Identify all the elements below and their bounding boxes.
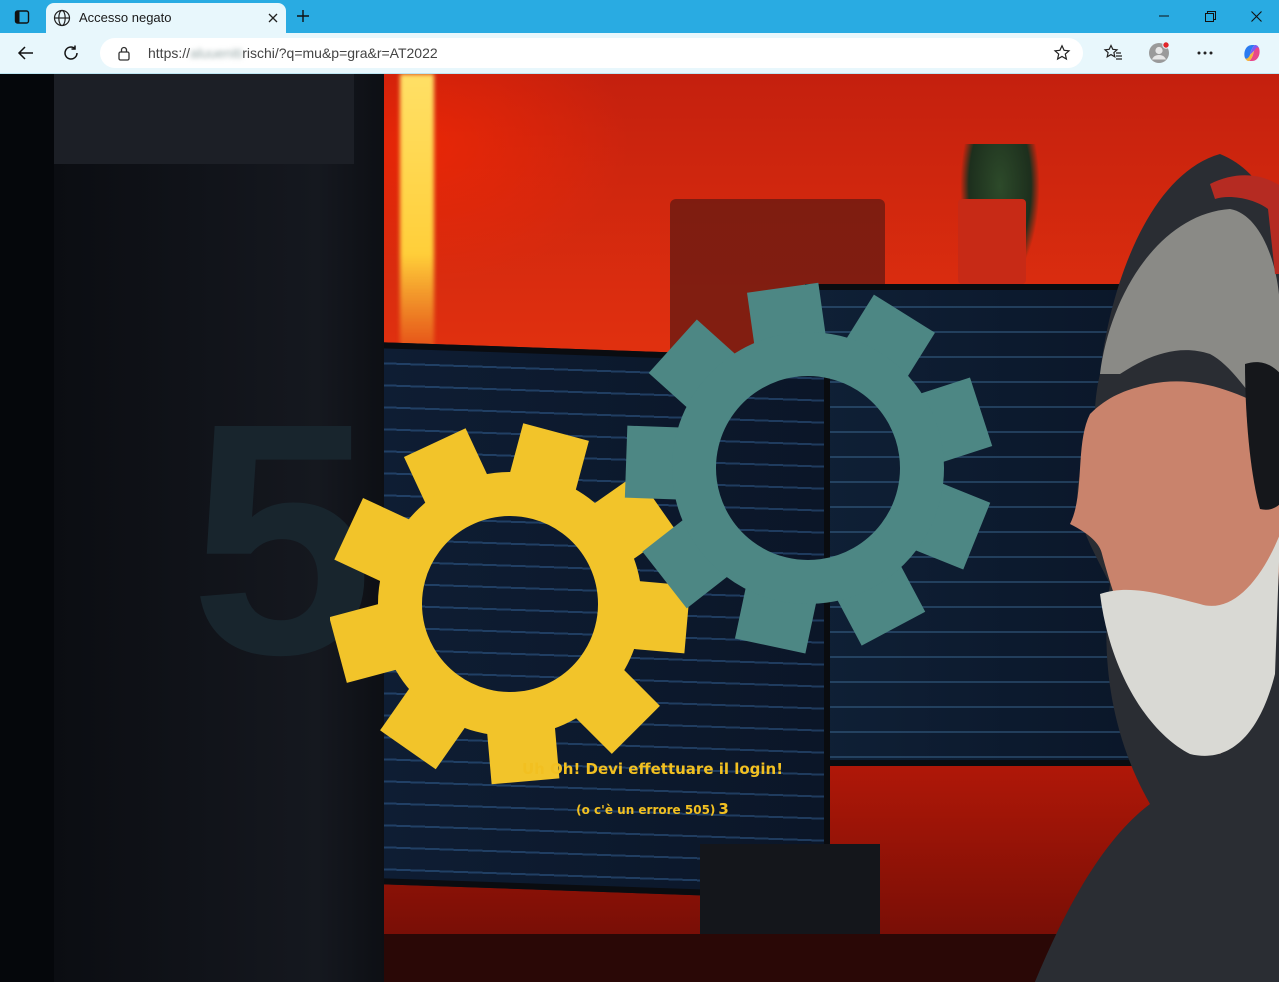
favorites-button[interactable] (1097, 37, 1129, 69)
navigation-toolbar: https://aluuenitirischi/?q=mu&p=gra&r=AT… (0, 33, 1279, 74)
background-monitor-left-top (54, 74, 354, 164)
copilot-icon[interactable] (1236, 37, 1268, 69)
background-person (1034, 154, 1279, 982)
minimize-button[interactable] (1141, 0, 1187, 32)
tab-actions-icon[interactable] (10, 6, 34, 28)
browser-tab[interactable]: Accesso negato (46, 3, 286, 33)
error-page: 5 Uh Oh! Devi effettuare il login! (o c'… (0, 74, 1279, 982)
background-lamp (400, 74, 434, 374)
background-pot (958, 199, 1026, 284)
close-tab-icon[interactable] (264, 9, 282, 27)
back-button[interactable] (10, 37, 42, 69)
title-bar: Accesso negato (0, 0, 1279, 33)
url-blurred-host: aluueniti (190, 45, 243, 61)
url-text[interactable]: https://aluuenitirischi/?q=mu&p=gra&r=AT… (148, 45, 438, 61)
url-scheme: https:// (148, 45, 191, 61)
error-message: Uh Oh! Devi effettuare il login! (521, 760, 784, 778)
tab-title: Accesso negato (79, 10, 172, 25)
close-window-button[interactable] (1233, 0, 1279, 32)
refresh-button[interactable] (55, 37, 87, 69)
new-tab-button[interactable] (292, 5, 314, 27)
globe-icon (53, 9, 71, 27)
favorite-star-icon[interactable] (1053, 44, 1071, 62)
left-dark-strip (0, 74, 54, 982)
teal-gear-icon (624, 282, 993, 654)
error-badge: 3 (718, 800, 729, 818)
site-info-icon[interactable] (116, 45, 132, 61)
profile-avatar[interactable] (1143, 37, 1175, 69)
restore-button[interactable] (1187, 0, 1233, 32)
more-options-icon[interactable] (1189, 37, 1221, 69)
url-path: rischi/?q=mu&p=gra&r=AT2022 (242, 45, 438, 61)
address-bar[interactable]: https://aluuenitirischi/?q=mu&p=gra&r=AT… (100, 38, 1083, 68)
error-sub-message: (o c'è un errore 505) 3 (450, 800, 855, 818)
error-code-text: (o c'è un errore 505) (576, 803, 716, 817)
